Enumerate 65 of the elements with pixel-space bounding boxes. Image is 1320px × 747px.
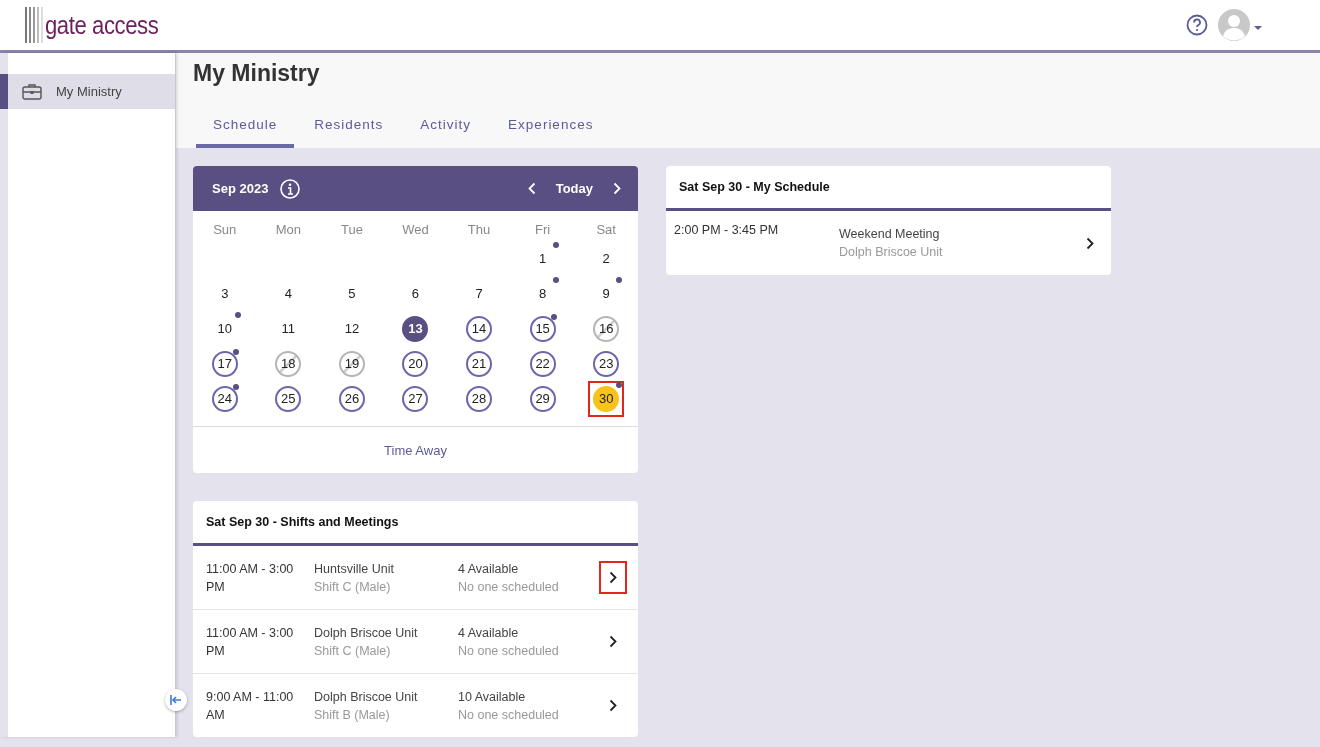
chevron-right-icon — [609, 699, 617, 712]
help-icon[interactable] — [1186, 14, 1208, 36]
card-title: Sat Sep 30 - Shifts and Meetings — [193, 501, 638, 546]
open-shift-button[interactable] — [599, 561, 627, 594]
scheduled-status: No one scheduled — [458, 706, 560, 724]
tab[interactable]: Experiences — [491, 113, 611, 148]
tab[interactable]: Schedule — [196, 113, 295, 148]
weekday-label: Thu — [466, 221, 492, 239]
meeting-name: Weekend Meeting — [839, 226, 941, 243]
unit-name: Dolph Briscoe Unit — [314, 624, 419, 642]
collapse-button[interactable] — [165, 689, 187, 711]
tab[interactable]: Activity — [403, 113, 489, 148]
day-number: 6 — [410, 285, 421, 303]
weekday-label: Sun — [212, 221, 238, 239]
unit-name: Dolph Briscoe Unit — [314, 688, 419, 706]
time-away-link[interactable]: Time Away — [384, 442, 447, 458]
card-title: Sat Sep 30 - My Schedule — [666, 166, 1111, 211]
availability-count: 10 Available — [458, 688, 527, 706]
page-title: My Ministry — [193, 61, 321, 88]
chevron-right-icon — [1086, 236, 1094, 250]
calendar-day[interactable]: 2 — [588, 240, 625, 277]
chevron-right-icon — [609, 571, 617, 584]
chevron-right-icon — [613, 182, 621, 195]
day-number: 5 — [347, 285, 357, 303]
calendar-day[interactable]: 5 — [333, 275, 370, 312]
briefcase-icon — [22, 83, 42, 100]
logo-icon — [25, 7, 43, 43]
logo-text: gate access — [45, 9, 159, 41]
today-button[interactable]: Today — [551, 179, 597, 198]
availability-count: 4 Available — [458, 560, 520, 578]
collapse-icon — [170, 695, 182, 705]
scheduled-status: No one scheduled — [458, 578, 560, 596]
calendar-day[interactable]: 11 — [270, 310, 307, 347]
month-label: Sep 2023 — [212, 181, 269, 196]
weekday-label: Fri — [534, 221, 552, 239]
shift-name: Shift B (Male) — [314, 706, 391, 724]
day-number: 7 — [474, 285, 484, 303]
day-number: 11 — [280, 320, 297, 338]
calendar-day[interactable]: 7 — [461, 275, 498, 312]
calendar-day[interactable]: 12 — [333, 310, 370, 347]
shift-name: Shift C (Male) — [314, 642, 392, 660]
meeting-location: Dolph Briscoe Unit — [839, 244, 944, 261]
weekday-label: Tue — [339, 221, 364, 239]
calendar-day[interactable]: 4 — [270, 275, 307, 312]
day-number: 4 — [283, 285, 293, 303]
calendar-day[interactable]: 6 — [397, 275, 434, 312]
day-number: 3 — [220, 285, 230, 303]
shift-time: 11:00 AM - 3:00 PM — [206, 560, 295, 596]
meeting-time: 2:00 PM - 3:45 PM — [674, 222, 780, 239]
tab[interactable]: Residents — [297, 113, 401, 148]
scheduled-status: No one scheduled — [458, 642, 560, 660]
shift-time: 11:00 AM - 3:00 PM — [206, 624, 295, 660]
weekday-label: Wed — [401, 221, 430, 239]
weekday-label: Sat — [595, 221, 617, 239]
chevron-right-icon — [609, 635, 617, 648]
day-number: 12 — [343, 320, 361, 338]
shift-time: 9:00 AM - 11:00 AM — [206, 688, 295, 724]
unit-name: Huntsville Unit — [314, 560, 395, 578]
day-number: 2 — [601, 250, 611, 268]
info-icon[interactable] — [280, 178, 301, 199]
chevron-left-icon — [527, 182, 536, 195]
weekday-label: Mon — [274, 221, 302, 239]
availability-count: 4 Available — [458, 624, 520, 642]
calendar-day[interactable]: 3 — [206, 275, 243, 312]
shift-name: Shift C (Male) — [314, 578, 392, 596]
